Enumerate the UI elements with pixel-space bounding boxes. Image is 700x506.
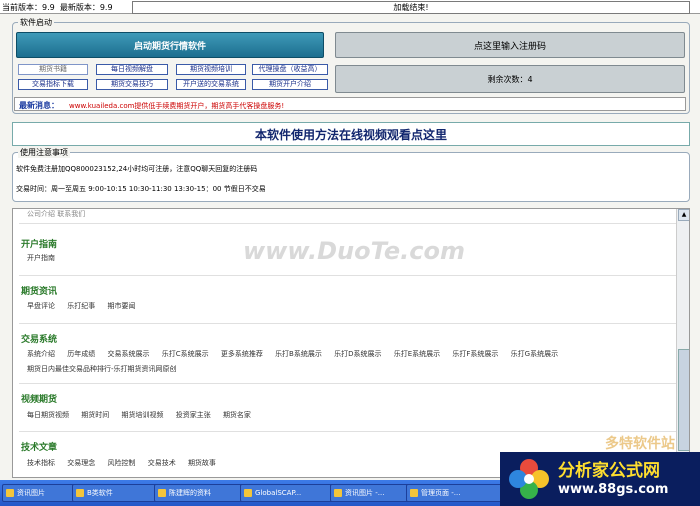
link-account-intro[interactable]: 期货开户介绍 (252, 79, 328, 90)
category-items-system: 系统介绍 历年成绩 交易系统展示 乐打C系统展示 更多系统推荐 乐打B系统展示 … (27, 349, 568, 359)
category-link[interactable]: 乐打E系统展示 (394, 350, 440, 358)
web-content-panel[interactable]: 公司介绍 联系我们 开户指南 开户指南 期货资讯 早盘评论 乐打纪事 期市要闻 … (12, 208, 690, 478)
load-status: 加载结束! (132, 1, 690, 14)
category-items-news: 早盘评论 乐打纪事 期市要闻 (27, 301, 145, 311)
divider (19, 223, 679, 224)
category-link[interactable]: 期货培训视频 (121, 411, 163, 419)
taskbar-item[interactable]: B类软件 (72, 484, 164, 502)
category-link[interactable]: 开户指南 (27, 254, 55, 262)
category-link[interactable]: 技术指标 (27, 459, 55, 467)
browser-icon (334, 489, 342, 497)
category-link[interactable]: 交易技术 (148, 459, 176, 467)
video-guide-banner[interactable]: 本软件使用方法在线视频观看点这里 (12, 122, 690, 146)
category-link[interactable]: 乐打C系统展示 (162, 350, 209, 358)
divider (19, 323, 679, 324)
notice-line2: 交易时间：周一至周五 9:00-10:15 10:30-11:30 13:30-… (16, 185, 266, 193)
flower-icon (509, 459, 549, 499)
notice-group (12, 152, 690, 202)
divider (19, 431, 679, 432)
category-link[interactable]: 乐打F系统展示 (452, 350, 498, 358)
category-link[interactable]: 交易系统展示 (107, 350, 149, 358)
divider (19, 275, 679, 276)
category-link[interactable]: 期货故事 (188, 459, 216, 467)
app-icon (244, 489, 252, 497)
category-link[interactable]: 交易理念 (67, 459, 95, 467)
category-link[interactable]: 历年成绩 (67, 350, 95, 358)
category-title-video: 视频期货 (21, 395, 58, 405)
category-link[interactable]: 系统介绍 (27, 350, 55, 358)
enter-register-code-button[interactable]: 点这里输入注册码 (335, 32, 685, 58)
link-trading-tips[interactable]: 期货交易技巧 (96, 79, 168, 90)
category-link[interactable]: 更多系统推荐 (221, 350, 263, 358)
remaining-count: 剩余次数：4 (335, 65, 685, 93)
logo-url: www.88gs.com (558, 482, 669, 497)
taskbar-item[interactable]: 资讯图片 (2, 484, 82, 502)
category-link[interactable]: 期货日内最佳交易品种排行-乐打期货资讯网原创 (27, 365, 177, 373)
news-label: 最新消息： (19, 101, 59, 110)
site-logo: 分析家公式网 www.88gs.com (500, 452, 700, 506)
version-bar: 当前版本：9.9 最新版本：9.9 加载结束! (0, 0, 700, 14)
notice-line1: 软件免费注册加QQ800023152,24小时均可注册，注意QQ聊天回复的注册码 (16, 165, 258, 173)
category-link[interactable]: 期货名家 (223, 411, 251, 419)
divider (19, 383, 679, 384)
category-title-articles: 技术文章 (21, 443, 58, 453)
category-link[interactable]: 乐打G系统展示 (511, 350, 558, 358)
category-link[interactable]: 乐打B系统展示 (275, 350, 322, 358)
news-bar: 最新消息： www.kuaileda.com提供低手续费期货开户，期货高手代客操… (14, 97, 686, 111)
category-items-video: 每日期货视频 期货时间 期货培训视频 投资家主张 期货名家 (27, 410, 261, 420)
category-items-articles: 技术指标 交易理念 风险控制 交易技术 期货故事 (27, 458, 226, 468)
category-link[interactable]: 乐打D系统展示 (334, 350, 381, 358)
top-partial-links: 公司介绍 联系我们 (27, 210, 86, 218)
category-link[interactable]: 早盘评论 (27, 302, 55, 310)
category-link[interactable]: 投资家主张 (176, 411, 211, 419)
watermark-2: 多特软件站 (605, 436, 675, 452)
vertical-scrollbar[interactable]: ▲ ▼ (676, 209, 689, 477)
software-start-label: 软件启动 (18, 17, 54, 28)
category-title-system: 交易系统 (21, 335, 58, 345)
category-link[interactable]: 每日期货视频 (27, 411, 69, 419)
folder-icon (158, 489, 166, 497)
category-title-account: 开户指南 (21, 240, 58, 250)
taskbar-item[interactable]: GlobalSCAP... (240, 484, 340, 502)
link-futures-books[interactable]: 期货书籍 (18, 64, 88, 75)
category-items-system-2: 期货日内最佳交易品种排行-乐打期货资讯网原创 (27, 364, 187, 374)
link-indicator-download[interactable]: 交易指标下载 (18, 79, 88, 90)
browser-icon (410, 489, 418, 497)
notice-label: 使用注意事项 (18, 147, 70, 158)
category-title-news: 期货资讯 (21, 287, 58, 297)
category-items-account: 开户指南 (27, 253, 65, 263)
link-trading-system[interactable]: 开户送的交易系统 (176, 79, 246, 90)
folder-icon (6, 489, 14, 497)
watermark: www.DuoTe.com (243, 237, 465, 265)
category-link[interactable]: 风险控制 (107, 459, 135, 467)
folder-icon (76, 489, 84, 497)
link-daily-video[interactable]: 每日视频解盘 (96, 64, 168, 75)
category-link[interactable]: 期货时间 (81, 411, 109, 419)
taskbar-item[interactable]: 陈建辉的资料 (154, 484, 250, 502)
link-video-training[interactable]: 期货视频培训 (176, 64, 246, 75)
news-text[interactable]: www.kuaileda.com提供低手续费期货开户，期货高手代客操盘服务! (69, 101, 284, 111)
category-link[interactable]: 乐打纪事 (67, 302, 95, 310)
taskbar-item[interactable]: 资讯图片 -... (330, 484, 416, 502)
logo-title: 分析家公式网 (558, 461, 660, 481)
version-text: 当前版本：9.9 最新版本：9.9 (2, 3, 113, 12)
category-link[interactable]: 期市要闻 (107, 302, 135, 310)
link-agent-trading[interactable]: 代理操盘（收益高） (252, 64, 328, 75)
taskbar-item[interactable]: 管理页面 -... (406, 484, 510, 502)
scroll-thumb[interactable] (678, 349, 689, 451)
start-software-button[interactable]: 启动期货行情软件 (16, 32, 324, 58)
scroll-up-icon[interactable]: ▲ (678, 209, 689, 221)
